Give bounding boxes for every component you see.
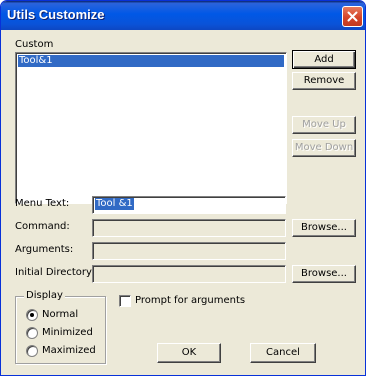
browse-directory-button[interactable]: Browse... bbox=[292, 265, 356, 283]
list-item[interactable]: Tool&1 bbox=[18, 55, 284, 67]
custom-tools-list[interactable]: Tool&1 bbox=[15, 52, 287, 204]
initial-directory-label: Initial Directory: bbox=[15, 267, 95, 278]
custom-label: Custom bbox=[15, 39, 54, 50]
prompt-arguments-label[interactable]: Prompt for arguments bbox=[135, 295, 245, 307]
move-up-button[interactable]: Move Up bbox=[292, 116, 356, 134]
radio-minimized-label[interactable]: Minimized bbox=[42, 327, 93, 339]
add-button[interactable]: Add bbox=[292, 50, 356, 69]
radio-maximized[interactable] bbox=[26, 345, 38, 357]
prompt-arguments-checkbox[interactable] bbox=[119, 295, 131, 307]
arguments-label: Arguments: bbox=[15, 244, 74, 255]
command-field[interactable] bbox=[92, 219, 286, 237]
dialog-content: Custom Tool&1 Add Remove Move Up Move Do… bbox=[1, 30, 365, 375]
menu-text-label: Menu Text: bbox=[15, 198, 70, 209]
move-down-button[interactable]: Move Down bbox=[292, 139, 356, 157]
window-title: Utils Customize bbox=[7, 7, 105, 22]
command-label: Command: bbox=[15, 221, 70, 232]
close-icon bbox=[347, 11, 358, 22]
title-bar[interactable]: Utils Customize bbox=[1, 1, 365, 30]
radio-normal[interactable] bbox=[26, 309, 38, 321]
radio-minimized[interactable] bbox=[26, 327, 38, 339]
close-button[interactable] bbox=[342, 6, 363, 27]
radio-maximized-label[interactable]: Maximized bbox=[42, 345, 96, 357]
remove-button[interactable]: Remove bbox=[292, 72, 356, 90]
browse-command-button[interactable]: Browse... bbox=[292, 219, 356, 237]
menu-text-value: Tool &1 bbox=[95, 198, 134, 210]
initial-directory-field[interactable] bbox=[92, 265, 286, 283]
display-group: Display Normal Minimized Maximized bbox=[15, 290, 106, 364]
utils-customize-dialog: Utils Customize Custom Tool&1 Add Remove… bbox=[0, 0, 366, 376]
cancel-button[interactable]: Cancel bbox=[250, 343, 316, 363]
radio-normal-label[interactable]: Normal bbox=[42, 309, 78, 321]
arguments-field[interactable] bbox=[92, 242, 286, 260]
menu-text-field[interactable]: Tool &1 bbox=[92, 196, 286, 214]
radio-selected-dot bbox=[30, 313, 34, 317]
display-label: Display bbox=[24, 290, 65, 302]
ok-button[interactable]: OK bbox=[157, 343, 221, 363]
